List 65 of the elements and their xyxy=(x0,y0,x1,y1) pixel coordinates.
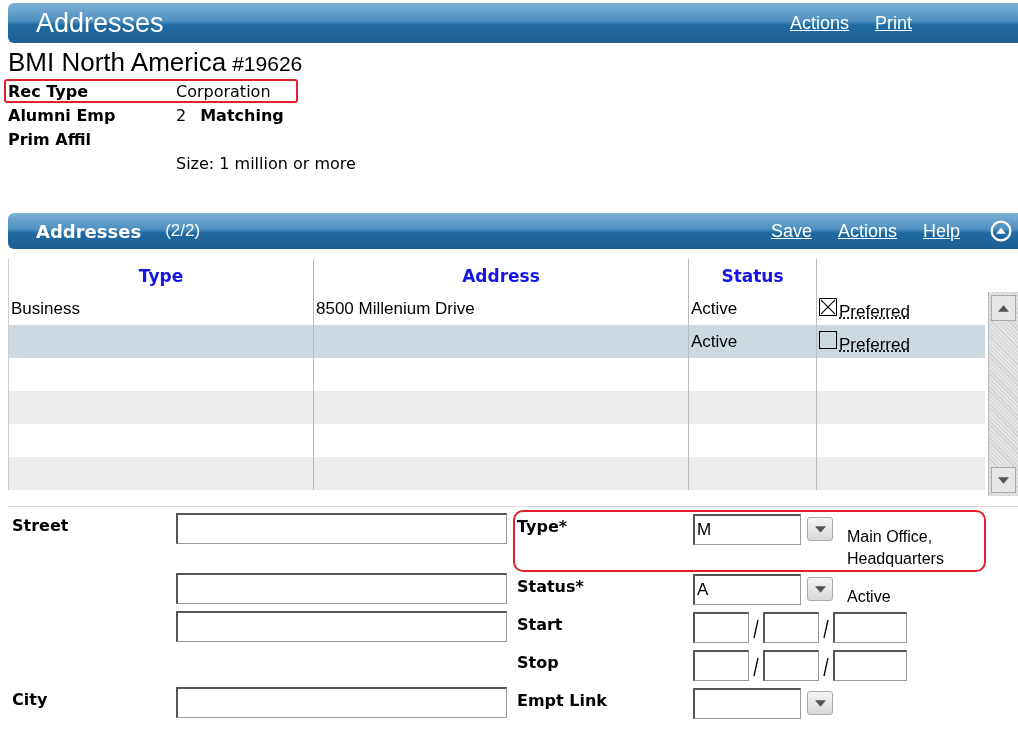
day-field[interactable] xyxy=(763,612,819,643)
column-header[interactable]: Status xyxy=(688,259,816,292)
dropdown-button[interactable] xyxy=(807,691,833,715)
field-label: Matching xyxy=(200,105,284,125)
checkbox[interactable] xyxy=(819,330,837,349)
section-link[interactable]: Save xyxy=(770,220,812,242)
scrollbar[interactable] xyxy=(988,292,1018,496)
field-label: Rec Type xyxy=(7,81,89,101)
section-title: Addresses xyxy=(36,220,142,242)
section-link[interactable]: Help xyxy=(922,220,960,242)
input-field[interactable] xyxy=(176,687,507,718)
input-field[interactable] xyxy=(693,688,801,719)
month-field[interactable] xyxy=(693,650,749,681)
preferred-link[interactable]: Preferred xyxy=(839,295,910,322)
field-label: Start xyxy=(517,614,564,634)
field-label: Prim Affil xyxy=(7,129,93,149)
dropdown-button[interactable] xyxy=(807,517,833,541)
table-cell: 8500 Millenium Drive xyxy=(316,298,475,319)
table-cell: Business xyxy=(11,298,80,319)
triangle-down-icon[interactable] xyxy=(998,476,1009,484)
day-field[interactable] xyxy=(763,650,819,681)
record-name: BMI North America xyxy=(8,47,227,78)
field-label: Status* xyxy=(517,576,585,596)
field-label: Empt Link xyxy=(517,690,608,710)
field-value: Corporation xyxy=(176,81,271,101)
table-cell: Active xyxy=(691,331,738,352)
triangle-down-icon xyxy=(814,525,826,533)
triangle-down-icon xyxy=(814,585,826,593)
checkbox[interactable] xyxy=(819,297,837,316)
header-link[interactable]: Actions xyxy=(789,12,849,34)
input-field[interactable] xyxy=(176,573,507,604)
column-header[interactable]: Address xyxy=(313,259,688,292)
record-number: #19626 xyxy=(232,52,303,76)
year-field[interactable] xyxy=(833,650,907,681)
input-field[interactable] xyxy=(176,611,507,642)
column-header[interactable]: Type xyxy=(8,259,313,292)
triangle-down-icon xyxy=(814,699,826,707)
field-label: Stop xyxy=(517,652,560,672)
triangle-up-icon[interactable] xyxy=(998,304,1009,312)
record-count: (2/2) xyxy=(165,221,201,241)
field-label: Street xyxy=(12,516,69,535)
header-link[interactable]: Print xyxy=(875,12,912,34)
preferred-link[interactable]: Preferred xyxy=(839,328,910,355)
dropdown-button[interactable] xyxy=(807,577,833,601)
input-field[interactable]: A xyxy=(693,574,801,605)
table-row[interactable]: Active Preferred xyxy=(8,325,985,358)
section-link[interactable]: Actions xyxy=(837,220,897,242)
year-field[interactable] xyxy=(833,612,907,643)
table-cell: Active xyxy=(691,298,738,319)
field-label: City xyxy=(12,690,48,709)
page-title: Addresses xyxy=(36,7,164,39)
field-value: 2 xyxy=(176,105,187,125)
slash-icon xyxy=(753,657,759,677)
code-description: Main Office, Headquarters xyxy=(847,527,945,569)
field-label: Alumni Emp xyxy=(7,105,117,125)
input-field[interactable] xyxy=(176,513,507,544)
slash-icon xyxy=(753,619,759,639)
collapse-icon[interactable] xyxy=(990,220,1012,242)
code-description: Active xyxy=(847,587,892,607)
size-note: Size: 1 million or more xyxy=(176,153,356,173)
month-field[interactable] xyxy=(693,612,749,643)
input-field[interactable]: M xyxy=(693,514,801,545)
slash-icon xyxy=(823,619,829,639)
field-label: Type* xyxy=(517,516,569,536)
slash-icon xyxy=(823,657,829,677)
